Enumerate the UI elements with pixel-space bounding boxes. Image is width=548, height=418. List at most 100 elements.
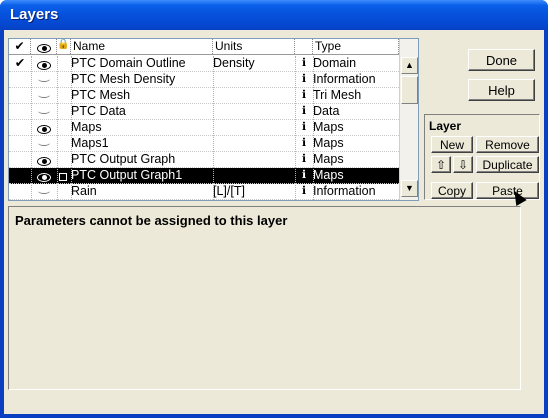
eye-icon bbox=[37, 173, 51, 182]
row-visibility[interactable] bbox=[31, 120, 57, 136]
paste-button[interactable]: Paste bbox=[476, 182, 539, 199]
lock-icon: 🔒 bbox=[57, 39, 70, 50]
row-check[interactable] bbox=[9, 120, 31, 136]
row-lock[interactable] bbox=[57, 72, 69, 88]
header-info bbox=[295, 39, 313, 54]
layer-row[interactable]: ✔ PTC Domain Outline Density ℹ Domain bbox=[9, 56, 399, 72]
copy-button[interactable]: Copy bbox=[431, 182, 473, 199]
header-units[interactable]: Units bbox=[213, 39, 295, 54]
layers-window: Layers ✔ 🔒 Name Units Type ✔ PTC Domain O… bbox=[0, 0, 548, 418]
layer-panel: Layer New Remove ⇧ ⇩ Duplicate Copy Past… bbox=[424, 114, 540, 200]
row-visibility[interactable] bbox=[31, 152, 57, 168]
row-units bbox=[213, 120, 293, 136]
info-icon[interactable]: ℹ bbox=[295, 168, 313, 184]
eye-closed-icon bbox=[38, 188, 50, 194]
row-units: [L]/[T] bbox=[213, 184, 245, 198]
row-lock[interactable] bbox=[57, 88, 69, 104]
done-button[interactable]: Done bbox=[468, 49, 535, 71]
layer-row[interactable]: PTC Mesh ℹ Tri Mesh bbox=[9, 88, 399, 104]
row-visibility[interactable] bbox=[31, 184, 57, 200]
layer-row[interactable]: Maps ℹ Maps bbox=[9, 120, 399, 136]
row-type: Domain bbox=[313, 56, 357, 70]
layer-row[interactable]: Rain [L]/[T] ℹ Information bbox=[9, 184, 399, 200]
row-check[interactable] bbox=[9, 136, 31, 152]
row-units bbox=[213, 152, 293, 168]
row-check[interactable] bbox=[9, 88, 31, 104]
info-icon[interactable]: ℹ bbox=[295, 104, 313, 120]
info-icon[interactable]: ℹ bbox=[295, 88, 313, 104]
row-visibility[interactable] bbox=[31, 72, 57, 88]
column-divider bbox=[295, 56, 296, 200]
layer-rows: ✔ PTC Domain Outline Density ℹ Domain PTC Mes… bbox=[9, 56, 399, 200]
eye-icon bbox=[36, 44, 51, 53]
header-lock[interactable]: 🔒 bbox=[57, 39, 71, 54]
row-lock[interactable] bbox=[57, 136, 69, 152]
eye-icon bbox=[37, 61, 51, 70]
row-check[interactable]: ✔ bbox=[9, 56, 31, 72]
row-name: Rain bbox=[71, 184, 97, 198]
row-visibility[interactable] bbox=[31, 104, 57, 120]
row-type: Information bbox=[313, 184, 376, 198]
row-name: PTC Output Graph1 bbox=[71, 168, 183, 182]
row-check[interactable] bbox=[9, 72, 31, 88]
row-name: PTC Data bbox=[71, 104, 126, 118]
move-down-button[interactable]: ⇩ bbox=[453, 156, 473, 173]
duplicate-button[interactable]: Duplicate bbox=[476, 156, 539, 173]
header-visibility[interactable] bbox=[31, 39, 57, 54]
row-check[interactable] bbox=[9, 152, 31, 168]
info-icon[interactable]: ℹ bbox=[295, 120, 313, 136]
row-type: Maps bbox=[313, 136, 344, 150]
row-units bbox=[213, 104, 293, 120]
list-scrollbar[interactable]: ▲ ▼ bbox=[399, 39, 418, 200]
row-visibility[interactable] bbox=[31, 56, 57, 72]
new-button[interactable]: New bbox=[431, 136, 473, 153]
scroll-thumb[interactable] bbox=[401, 76, 418, 104]
move-up-button[interactable]: ⇧ bbox=[431, 156, 451, 173]
row-lock[interactable] bbox=[57, 152, 69, 168]
eye-closed-icon bbox=[38, 108, 50, 114]
message-area: Parameters cannot be assigned to this la… bbox=[8, 206, 521, 390]
row-check[interactable] bbox=[9, 168, 31, 184]
window-client: ✔ 🔒 Name Units Type ✔ PTC Domain Outline D… bbox=[4, 30, 544, 414]
row-type: Data bbox=[313, 104, 340, 118]
row-lock[interactable] bbox=[57, 104, 69, 120]
row-visibility[interactable] bbox=[31, 88, 57, 104]
row-check[interactable] bbox=[9, 104, 31, 120]
header-name[interactable]: Name bbox=[71, 39, 213, 54]
scroll-down-button[interactable]: ▼ bbox=[401, 180, 418, 197]
layer-row[interactable]: PTC Output Graph ℹ Maps bbox=[9, 152, 399, 168]
row-name: PTC Output Graph bbox=[71, 152, 176, 166]
row-units bbox=[213, 88, 293, 104]
column-divider bbox=[31, 56, 32, 200]
help-button[interactable]: Help bbox=[468, 79, 535, 101]
info-icon[interactable]: ℹ bbox=[295, 184, 313, 200]
title-bar[interactable]: Layers bbox=[0, 0, 548, 30]
eye-closed-icon bbox=[38, 92, 50, 98]
list-header: ✔ 🔒 Name Units Type bbox=[9, 39, 399, 55]
row-lock[interactable] bbox=[57, 184, 69, 200]
row-visibility[interactable] bbox=[31, 136, 57, 152]
layer-row[interactable]: PTC Output Graph1 ℹ Maps bbox=[9, 168, 399, 184]
column-divider bbox=[313, 56, 314, 200]
row-units: Density bbox=[213, 56, 255, 70]
row-units bbox=[213, 168, 293, 184]
header-type[interactable]: Type bbox=[313, 39, 399, 54]
layer-row[interactable]: PTC Mesh Density ℹ Information bbox=[9, 72, 399, 88]
row-lock[interactable] bbox=[57, 56, 69, 72]
remove-button[interactable]: Remove bbox=[476, 136, 539, 153]
layer-row[interactable]: Maps1 ℹ Maps bbox=[9, 136, 399, 152]
scroll-up-button[interactable]: ▲ bbox=[401, 57, 418, 74]
row-check[interactable] bbox=[9, 184, 31, 200]
header-check[interactable]: ✔ bbox=[9, 39, 31, 54]
row-lock[interactable] bbox=[57, 120, 69, 136]
info-icon[interactable]: ℹ bbox=[295, 72, 313, 88]
row-type: Information bbox=[313, 72, 376, 86]
row-lock[interactable] bbox=[57, 168, 69, 184]
info-icon[interactable]: ℹ bbox=[295, 136, 313, 152]
info-icon[interactable]: ℹ bbox=[295, 56, 313, 72]
layer-row[interactable]: PTC Data ℹ Data bbox=[9, 104, 399, 120]
row-visibility[interactable] bbox=[31, 168, 57, 184]
row-type: Tri Mesh bbox=[313, 88, 362, 102]
layer-list[interactable]: ✔ 🔒 Name Units Type ✔ PTC Domain Outline D… bbox=[8, 38, 419, 201]
info-icon[interactable]: ℹ bbox=[295, 152, 313, 168]
